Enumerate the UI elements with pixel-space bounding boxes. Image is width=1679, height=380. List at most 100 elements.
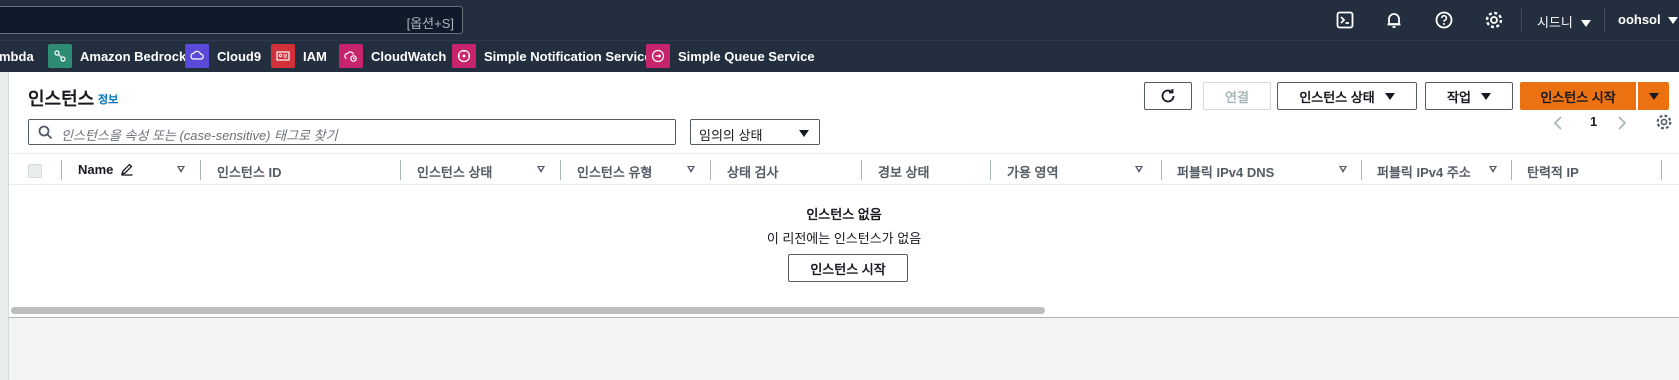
refresh-icon bbox=[1161, 89, 1175, 103]
column-header-instance-type[interactable]: 인스턴스 유형 bbox=[577, 162, 652, 181]
column-header-elastic-ip[interactable]: 탄력적 IP bbox=[1527, 162, 1579, 181]
edit-icon bbox=[121, 163, 133, 176]
user-label: oohsol bbox=[1618, 12, 1661, 27]
column-divider bbox=[1361, 160, 1362, 180]
table-header: Name 인스턴스 ID 인스턴스 상태 인스턴스 유형 상태 검사 경보 상태… bbox=[9, 153, 1679, 185]
info-link[interactable]: 정보 bbox=[98, 91, 118, 107]
sns-icon bbox=[452, 44, 476, 68]
state-filter-caret-icon bbox=[799, 130, 809, 137]
actions-label: 작업 bbox=[1447, 89, 1471, 105]
search-shortcut-hint: [옵션+S] bbox=[406, 16, 454, 31]
region-dropdown-caret-icon bbox=[1580, 20, 1591, 28]
favorite-label: Simple Notification Service bbox=[484, 48, 652, 64]
column-divider bbox=[1161, 160, 1162, 180]
column-header-alarm-status[interactable]: 경보 상태 bbox=[878, 162, 929, 181]
cloudwatch-icon bbox=[339, 44, 363, 68]
column-header-public-ipv4-dns[interactable]: 퍼블릭 IPv4 DNS bbox=[1177, 162, 1274, 181]
instance-state-caret-icon bbox=[1384, 92, 1395, 100]
settings-icon[interactable] bbox=[1484, 10, 1504, 30]
sort-icon[interactable] bbox=[177, 166, 185, 173]
instance-state-label: 인스턴스 상태 bbox=[1299, 89, 1375, 105]
prev-page-icon[interactable] bbox=[1552, 115, 1564, 134]
empty-state-title: 인스턴스 없음 bbox=[806, 207, 882, 222]
favorite-label: Cloud9 bbox=[217, 48, 262, 64]
column-header-instance-state[interactable]: 인스턴스 상태 bbox=[417, 162, 492, 181]
side-nav-collapsed bbox=[0, 72, 9, 380]
refresh-button[interactable] bbox=[1144, 82, 1192, 110]
user-dropdown-caret-icon bbox=[1668, 17, 1679, 25]
cloudshell-icon[interactable] bbox=[1335, 10, 1355, 30]
column-divider bbox=[1661, 160, 1662, 180]
launch-instances-button[interactable]: 인스턴스 시작 bbox=[1520, 82, 1636, 110]
favorite-label: CloudWatch bbox=[371, 48, 447, 64]
region-label: 시드니 bbox=[1537, 15, 1573, 30]
column-header-status-check[interactable]: 상태 검사 bbox=[727, 162, 778, 181]
connect-button[interactable]: 연결 bbox=[1203, 82, 1271, 110]
filter-placeholder: 인스턴스을 속성 또는 (case-sensitive) 태그로 찾기 bbox=[61, 128, 338, 143]
column-header-availability-zone[interactable]: 가용 영역 bbox=[1007, 162, 1058, 181]
launch-options-caret-icon bbox=[1648, 92, 1659, 100]
nav-divider bbox=[1521, 8, 1522, 32]
instances-panel: 인스턴스 정보 연결 인스턴스 상태 작업 인스턴스 시작 인스턴스을 속성 또… bbox=[9, 72, 1679, 318]
column-divider bbox=[1511, 160, 1512, 180]
column-divider bbox=[990, 160, 991, 180]
sort-icon[interactable] bbox=[1489, 166, 1497, 173]
bedrock-icon bbox=[48, 44, 72, 68]
page-number[interactable]: 1 bbox=[1590, 114, 1597, 129]
favorite-sns[interactable]: Simple Notification Service bbox=[452, 44, 652, 68]
favorite-label: Amazon Bedrock bbox=[80, 48, 187, 64]
column-label: Name bbox=[78, 162, 114, 177]
favorite-label: mbda bbox=[0, 48, 34, 64]
nav-divider bbox=[1604, 8, 1605, 32]
notifications-icon[interactable] bbox=[1384, 10, 1404, 30]
favorite-label: IAM bbox=[303, 48, 327, 64]
sort-icon[interactable] bbox=[537, 166, 545, 173]
sort-icon[interactable] bbox=[1135, 166, 1143, 173]
favorite-cloud9[interactable]: Cloud9 bbox=[185, 44, 261, 68]
column-divider bbox=[61, 160, 62, 180]
column-divider bbox=[560, 160, 561, 180]
search-icon bbox=[38, 125, 53, 145]
horizontal-scrollbar[interactable] bbox=[11, 307, 1045, 314]
instance-state-button[interactable]: 인스턴스 상태 bbox=[1277, 82, 1417, 110]
sort-icon[interactable] bbox=[1339, 166, 1347, 173]
next-page-icon[interactable] bbox=[1616, 115, 1628, 134]
sqs-icon bbox=[646, 44, 670, 68]
launch-options-button[interactable] bbox=[1638, 82, 1669, 110]
favorite-cloudwatch[interactable]: CloudWatch bbox=[339, 44, 446, 68]
launch-label: 인스턴스 시작 bbox=[1540, 89, 1616, 105]
top-navigation: [옵션+S] 시드니 oohsol bbox=[0, 0, 1679, 40]
help-icon[interactable] bbox=[1434, 10, 1454, 30]
column-divider bbox=[400, 160, 401, 180]
global-search-input[interactable]: [옵션+S] bbox=[0, 6, 463, 34]
preferences-icon[interactable] bbox=[1655, 113, 1673, 134]
state-filter-select[interactable]: 임의의 상태 bbox=[690, 119, 820, 145]
column-divider bbox=[200, 160, 201, 180]
select-all-checkbox[interactable] bbox=[28, 164, 42, 178]
actions-button[interactable]: 작업 bbox=[1425, 82, 1513, 110]
column-divider bbox=[710, 160, 711, 180]
column-header-public-ipv4-address[interactable]: 퍼블릭 IPv4 주소 bbox=[1377, 162, 1471, 181]
favorite-sqs[interactable]: Simple Queue Service bbox=[646, 44, 815, 68]
iam-icon bbox=[271, 44, 295, 68]
favorite-lambda[interactable]: mbda bbox=[0, 44, 34, 68]
region-selector[interactable]: 시드니 bbox=[1537, 12, 1591, 31]
column-divider bbox=[861, 160, 862, 180]
user-menu[interactable]: oohsol bbox=[1618, 12, 1679, 27]
instance-filter-input[interactable]: 인스턴스을 속성 또는 (case-sensitive) 태그로 찾기 bbox=[28, 119, 676, 145]
empty-state-subtitle: 이 리전에는 인스턴스가 없음 bbox=[766, 231, 922, 246]
empty-launch-label: 인스턴스 시작 bbox=[810, 261, 886, 277]
sort-icon[interactable] bbox=[687, 166, 695, 173]
empty-state-launch-button[interactable]: 인스턴스 시작 bbox=[788, 254, 908, 282]
favorite-label: Simple Queue Service bbox=[678, 48, 815, 64]
column-header-name[interactable]: Name bbox=[78, 162, 134, 177]
favorite-amazon-bedrock[interactable]: Amazon Bedrock bbox=[48, 44, 186, 68]
page-title: 인스턴스 bbox=[28, 89, 95, 109]
state-filter-value: 임의의 상태 bbox=[699, 128, 763, 143]
connect-label: 연결 bbox=[1225, 89, 1249, 105]
column-header-instance-id[interactable]: 인스턴스 ID bbox=[217, 162, 281, 181]
cloud9-icon bbox=[185, 44, 209, 68]
favorites-bar: mbda Amazon Bedrock Cloud9 IAM CloudWatc… bbox=[0, 40, 1679, 72]
favorite-iam[interactable]: IAM bbox=[271, 44, 327, 68]
actions-caret-icon bbox=[1480, 92, 1491, 100]
